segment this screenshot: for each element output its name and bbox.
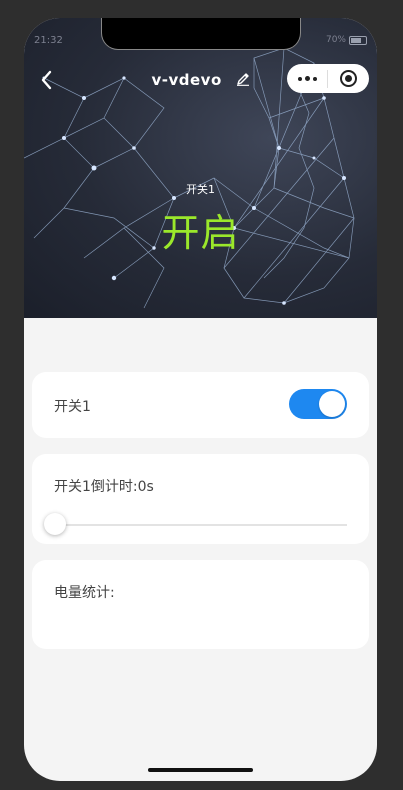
hero-switch-state: 开启 (161, 211, 240, 255)
device-notch (102, 18, 300, 49)
battery-icon (349, 35, 367, 45)
power-stats-card: 电量统计: (32, 560, 369, 649)
slider-thumb[interactable] (44, 513, 66, 535)
target-close-icon (339, 70, 357, 87)
more-button[interactable] (287, 76, 327, 81)
phone-screen: 21:32 70% v-vdevo 开关1 开启 开关1 开关1倒计时:0s 电… (24, 18, 377, 781)
edit-title-button[interactable] (236, 72, 250, 90)
page-title: v-vdevo (151, 71, 222, 89)
battery-percent: 70% (325, 35, 346, 45)
network-arm-illustration (24, 47, 355, 309)
hero-banner: 21:32 70% v-vdevo 开关1 开启 (24, 18, 377, 318)
hero-switch-label: 开关1 (186, 183, 215, 196)
mini-program-capsule (287, 64, 369, 93)
switch-label: 开关1 (54, 399, 91, 415)
countdown-slider[interactable] (44, 513, 347, 535)
home-indicator (148, 768, 253, 772)
countdown-label: 开关1倒计时:0s (54, 479, 154, 495)
switch-toggle[interactable] (289, 389, 347, 419)
power-stats-label: 电量统计: (54, 585, 115, 601)
status-battery: 70% (326, 35, 367, 45)
status-time: 21:32 (34, 35, 63, 46)
countdown-card: 开关1倒计时:0s (32, 454, 369, 544)
toggle-knob (319, 391, 345, 417)
more-dots-icon (297, 76, 302, 81)
close-button[interactable] (328, 70, 368, 87)
switch-card: 开关1 (32, 372, 369, 438)
pencil-icon (236, 73, 249, 86)
